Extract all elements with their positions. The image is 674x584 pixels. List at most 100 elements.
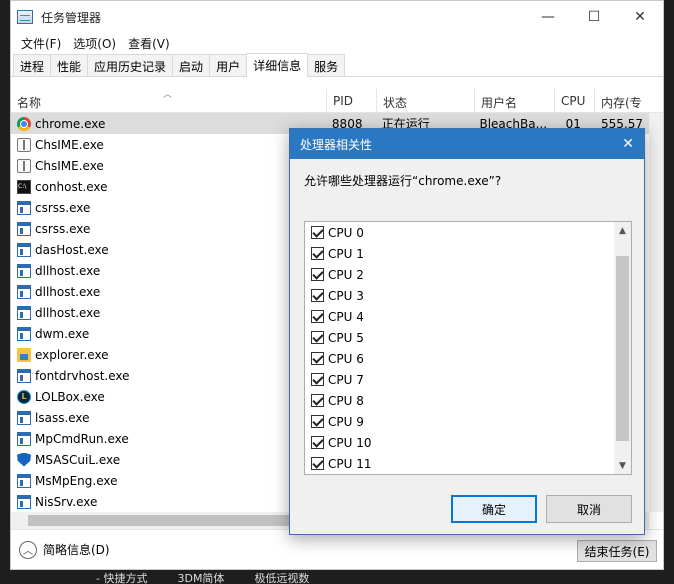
dialog-close-icon[interactable]: ✕ bbox=[622, 136, 634, 152]
window-icon bbox=[17, 200, 31, 215]
desktop-label: 极低远视数 bbox=[254, 572, 310, 584]
column-header-memory[interactable]: 内存(专 bbox=[595, 89, 651, 112]
process-name: dasHost.exe bbox=[35, 242, 109, 257]
window-icon bbox=[17, 473, 31, 488]
cpu-list-scroll-thumb[interactable] bbox=[616, 256, 629, 441]
close-button[interactable]: ✕ bbox=[617, 1, 663, 33]
process-name-cell: MsMpEng.exe bbox=[11, 473, 326, 488]
cpu-label: CPU 9 bbox=[328, 414, 364, 429]
window-icon bbox=[17, 221, 31, 236]
process-name: ChsIME.exe bbox=[35, 158, 104, 173]
process-name: MpCmdRun.exe bbox=[35, 431, 129, 446]
process-name-cell: ChsIME.exe bbox=[11, 158, 326, 173]
cpu-option: CPU 5 bbox=[305, 327, 631, 348]
tab-processes[interactable]: 进程 bbox=[13, 54, 52, 76]
column-header-name[interactable]: ︿ 名称 bbox=[11, 89, 327, 112]
process-name: lsass.exe bbox=[35, 410, 90, 425]
cpu-checkbox[interactable] bbox=[311, 226, 324, 239]
processor-affinity-dialog: 处理器相关性 ✕ 允许哪些处理器运行“chrome.exe”? CPU 0 CPU… bbox=[289, 128, 645, 535]
window-icon bbox=[17, 494, 31, 509]
dialog-title-bar: 处理器相关性 ✕ bbox=[290, 129, 644, 159]
shield-icon bbox=[17, 452, 31, 467]
process-name-cell: dwm.exe bbox=[11, 326, 326, 341]
tab-users[interactable]: 用户 bbox=[209, 54, 248, 76]
window-icon bbox=[17, 263, 31, 278]
tab-app-history[interactable]: 应用历史记录 bbox=[87, 54, 174, 76]
cpu-checkbox[interactable] bbox=[311, 352, 324, 365]
minimize-button[interactable]: — bbox=[525, 1, 571, 33]
process-name: conhost.exe bbox=[35, 179, 108, 194]
cpu-option: CPU 1 bbox=[305, 243, 631, 264]
process-name-cell: dllhost.exe bbox=[11, 284, 326, 299]
chevron-up-icon[interactable]: ︿ bbox=[19, 540, 37, 559]
task-manager-icon bbox=[17, 10, 33, 24]
cpu-checkbox[interactable] bbox=[311, 415, 324, 428]
tab-startup[interactable]: 启动 bbox=[172, 54, 211, 76]
cpu-checkbox[interactable] bbox=[311, 436, 324, 449]
scrollbar-thumb[interactable] bbox=[28, 515, 298, 526]
cpu-option: CPU 2 bbox=[305, 264, 631, 285]
folder-icon bbox=[17, 347, 31, 362]
process-name: dllhost.exe bbox=[35, 305, 101, 320]
cpu-option: CPU 0 bbox=[305, 222, 631, 243]
column-header-cpu[interactable]: CPU bbox=[555, 89, 595, 112]
cpu-label: CPU 8 bbox=[328, 393, 364, 408]
process-name: csrss.exe bbox=[35, 221, 91, 236]
cpu-label: CPU 7 bbox=[328, 372, 364, 387]
window-icon bbox=[17, 410, 31, 425]
lol-icon: L bbox=[17, 389, 31, 404]
process-name-cell: explorer.exe bbox=[11, 347, 326, 362]
cpu-checkbox[interactable] bbox=[311, 268, 324, 281]
cpu-label: CPU 5 bbox=[328, 330, 364, 345]
tab-strip: 进程 性能 应用历史记录 启动 用户 详细信息 服务 bbox=[11, 53, 663, 77]
menu-file[interactable]: 文件(F) bbox=[15, 35, 67, 52]
column-header-status[interactable]: 状态 bbox=[377, 89, 475, 112]
scroll-up-icon[interactable]: ▲ bbox=[614, 222, 631, 239]
column-header-pid[interactable]: PID bbox=[327, 89, 377, 112]
cpu-checkbox[interactable] bbox=[311, 373, 324, 386]
cpu-checkbox[interactable] bbox=[311, 247, 324, 260]
fewer-details-link[interactable]: 简略信息(D) bbox=[43, 541, 110, 558]
cpu-checkbox[interactable] bbox=[311, 289, 324, 302]
process-name: MSASCuiL.exe bbox=[35, 452, 121, 467]
process-name-cell: NisSrv.exe bbox=[11, 494, 326, 509]
tab-details[interactable]: 详细信息 bbox=[246, 53, 309, 77]
menu-view[interactable]: 查看(V) bbox=[122, 35, 176, 52]
tab-performance[interactable]: 性能 bbox=[50, 54, 89, 76]
cpu-label: CPU 4 bbox=[328, 309, 364, 324]
list-vertical-scrollbar[interactable] bbox=[649, 113, 663, 512]
column-header-user[interactable]: 用户名 bbox=[475, 89, 555, 112]
cpu-checkbox[interactable] bbox=[311, 457, 324, 470]
maximize-button[interactable]: ☐ bbox=[571, 1, 617, 33]
background-desktop-labels: - 快捷方式 3DM简体 极低远视数 bbox=[96, 570, 309, 584]
window-title: 任务管理器 bbox=[41, 10, 102, 25]
column-header-row: ︿ 名称 PID 状态 用户名 CPU 内存(专 bbox=[11, 89, 663, 113]
process-name-cell: lsass.exe bbox=[11, 410, 326, 425]
window-icon bbox=[17, 305, 31, 320]
menu-options[interactable]: 选项(O) bbox=[67, 35, 122, 52]
cpu-label: CPU 2 bbox=[328, 267, 364, 282]
cpu-option: CPU 6 bbox=[305, 348, 631, 369]
tab-services[interactable]: 服务 bbox=[307, 54, 346, 76]
cpu-option: CPU 11 bbox=[305, 453, 631, 474]
cpu-list-scrollbar[interactable]: ▲ ▼ bbox=[614, 222, 631, 474]
process-name-cell: L LOLBox.exe bbox=[11, 389, 326, 404]
process-name: dllhost.exe bbox=[35, 284, 101, 299]
process-name-cell: C:\ conhost.exe bbox=[11, 179, 326, 194]
end-task-button[interactable]: 结束任务(E) bbox=[577, 540, 657, 562]
ok-button[interactable]: 确定 bbox=[451, 495, 537, 523]
cpu-label: CPU 11 bbox=[328, 456, 372, 471]
cpu-option: CPU 4 bbox=[305, 306, 631, 327]
process-name: NisSrv.exe bbox=[35, 494, 98, 509]
window-icon bbox=[17, 326, 31, 341]
cpu-checkbox[interactable] bbox=[311, 331, 324, 344]
process-name-cell: ChsIME.exe bbox=[11, 137, 326, 152]
scroll-down-icon[interactable]: ▼ bbox=[614, 457, 631, 474]
cpu-checkbox[interactable] bbox=[311, 310, 324, 323]
process-name: LOLBox.exe bbox=[35, 389, 105, 404]
cpu-checkbox[interactable] bbox=[311, 394, 324, 407]
column-header-name-label: 名称 bbox=[17, 96, 42, 110]
cancel-button[interactable]: 取消 bbox=[546, 495, 632, 523]
process-name-cell: MpCmdRun.exe bbox=[11, 431, 326, 446]
cpu-option: CPU 7 bbox=[305, 369, 631, 390]
